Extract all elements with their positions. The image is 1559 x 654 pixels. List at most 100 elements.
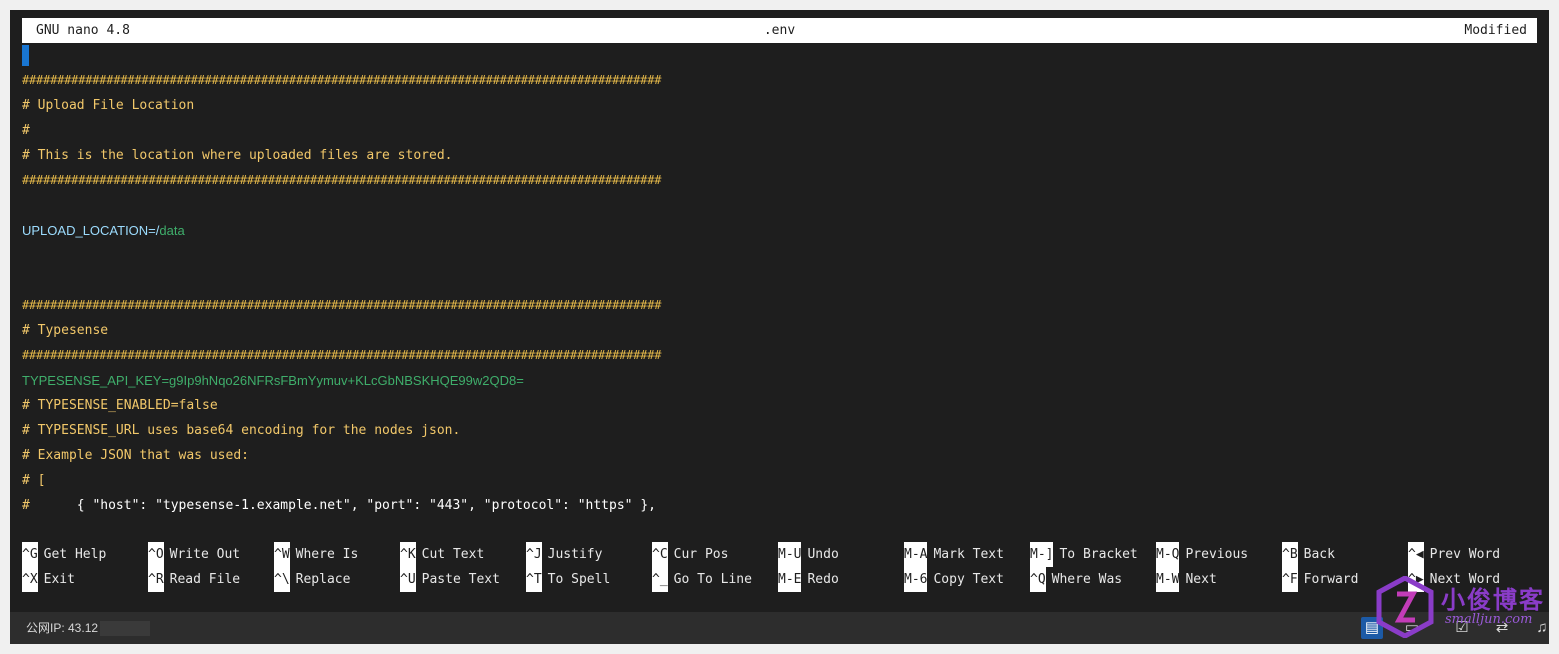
shortcut-key: M-U — [778, 542, 802, 567]
env-assignment: TYPESENSE_API_KEY=g9Ip9hNqo26NFRsFBmYymu… — [22, 373, 524, 388]
shortcut-label: Prev Word — [1429, 547, 1501, 562]
shortcut-key: ^X — [22, 567, 38, 592]
shortcut-item[interactable]: ^F Forward — [1282, 567, 1358, 592]
shortcut-key: ^◀ — [1408, 542, 1424, 567]
shortcut-item[interactable]: ^T To Spell — [526, 567, 610, 592]
shortcut-item[interactable]: ^G Get Help — [22, 542, 106, 567]
shortcut-label: Justify — [547, 547, 603, 562]
shortcut-label: Paste Text — [421, 572, 500, 587]
shortcut-key: ^T — [526, 567, 542, 592]
shortcut-label: Copy Text — [933, 572, 1004, 587]
shortcut-key: ^F — [1282, 567, 1298, 592]
bell-icon[interactable]: ♫ — [1531, 617, 1549, 639]
shortcut-key: ^C — [652, 542, 668, 567]
shortcut-label: Where Is — [295, 547, 359, 562]
shortcut-item[interactable]: ^B Back — [1282, 542, 1335, 567]
shortcut-label: Forward — [1303, 572, 1359, 587]
shortcut-item[interactable]: M-E Redo — [778, 567, 839, 592]
terminal-icon[interactable]: ▭ — [1401, 617, 1423, 639]
shortcut-item[interactable]: ^W Where Is — [274, 542, 358, 567]
shortcut-item[interactable]: M-6 Copy Text — [904, 567, 1004, 592]
comment-prefix: # — [22, 498, 77, 513]
shortcut-row-2: ^X Exit ^R Read File ^\ Replace ^U Paste Text ^T… — [22, 567, 1542, 592]
text-cursor — [22, 45, 29, 66]
shortcut-key: M-A — [904, 542, 928, 567]
shortcut-item[interactable]: ^O Write Out — [148, 542, 240, 567]
status-bar: 公网IP: 43.12 ▤ ▭ ☑ ⇄ ♫ — [10, 612, 1549, 644]
ip-mask — [100, 621, 151, 637]
shortcut-label: To Spell — [547, 572, 611, 587]
shortcut-item[interactable]: ^J Justify — [526, 542, 602, 567]
shortcut-key: M-Q — [1156, 542, 1180, 567]
shortcut-key: ^_ — [652, 567, 668, 592]
shortcut-key: M-W — [1156, 567, 1180, 592]
shortcut-label: Get Help — [43, 547, 107, 562]
editor-line: # [ — [22, 473, 46, 488]
editor-line: TYPESENSE_API_KEY=g9Ip9hNqo26NFRsFBmYymu… — [22, 368, 661, 393]
shortcut-item[interactable]: ^▶ Next Word — [1408, 567, 1500, 592]
editor-line: ########################################… — [22, 73, 662, 87]
shortcut-label: Replace — [295, 572, 351, 587]
shortcut-key: ^\ — [274, 567, 290, 592]
modified-status: Modified — [1464, 23, 1527, 38]
env-value: data — [159, 223, 185, 238]
shortcut-key: M-E — [778, 567, 802, 592]
editor-line: # — [22, 123, 30, 138]
shortcut-label: Next — [1185, 572, 1217, 587]
shortcut-item[interactable]: ^U Paste Text — [400, 567, 500, 592]
editor-line: UPLOAD_LOCATION=/data — [22, 218, 661, 243]
shortcut-label: Exit — [43, 572, 75, 587]
shortcut-label: Mark Text — [933, 547, 1004, 562]
shortcut-label: Cur Pos — [673, 547, 729, 562]
shortcut-label: Previous — [1185, 547, 1249, 562]
shortcut-item[interactable]: ^K Cut Text — [400, 542, 484, 567]
shortcut-label: To Bracket — [1059, 547, 1138, 562]
shortcut-label: Redo — [807, 572, 839, 587]
comment-json: { "host": "typesense-1.example.net", "po… — [76, 498, 656, 513]
clipboard-icon[interactable]: ▤ — [1361, 617, 1383, 639]
transfer-icon[interactable]: ⇄ — [1491, 617, 1513, 639]
shortcut-item[interactable]: ^R Read File — [148, 567, 240, 592]
public-ip-label: 公网IP: 43.12 — [26, 621, 99, 635]
editor-line: # Typesense — [22, 323, 109, 338]
shortcut-item[interactable]: ^X Exit — [22, 567, 75, 592]
shortcut-item[interactable]: ^Q Where Was — [1030, 567, 1122, 592]
editor-content[interactable]: ########################################… — [22, 68, 661, 518]
shortcut-key: ^G — [22, 542, 38, 567]
shortcut-row-1: ^G Get Help ^O Write Out ^W Where Is ^K Cut Tex… — [22, 542, 1542, 567]
shortcut-item[interactable]: ^\ Replace — [274, 567, 350, 592]
shortcut-label: Cut Text — [421, 547, 485, 562]
shortcut-key: ^B — [1282, 542, 1298, 567]
shortcut-label: Write Out — [169, 547, 241, 562]
shortcut-key: M-6 — [904, 567, 928, 592]
shortcut-key: ^▶ — [1408, 567, 1424, 592]
checklist-icon[interactable]: ☑ — [1451, 617, 1473, 639]
terminal-window: GNU nano 4.8 .env Modified #############… — [10, 10, 1549, 644]
shortcut-label: Undo — [807, 547, 839, 562]
editor-line: ########################################… — [22, 348, 662, 362]
nano-titlebar: GNU nano 4.8 .env Modified — [22, 18, 1537, 43]
editor-line: # TYPESENSE_ENABLED=false — [22, 398, 218, 413]
shortcut-label: Next Word — [1429, 572, 1501, 587]
editor-line: ########################################… — [22, 173, 662, 187]
shortcut-key: ^Q — [1030, 567, 1046, 592]
editor-line: # Upload File Location — [22, 98, 195, 113]
editor-line: # { "host": "typesense-1.example.net", "… — [22, 493, 661, 518]
file-name: .env — [763, 23, 796, 38]
shortcut-item[interactable]: M-W Next — [1156, 567, 1217, 592]
env-key: UPLOAD_LOCATION=/ — [22, 223, 160, 238]
shortcut-item[interactable]: ^_ Go To Line — [652, 567, 752, 592]
shortcut-item[interactable]: ^◀ Prev Word — [1408, 542, 1500, 567]
editor-line: # This is the location where uploaded fi… — [22, 148, 453, 163]
shortcut-label: Go To Line — [673, 572, 752, 587]
shortcut-item[interactable]: M-Q Previous — [1156, 542, 1248, 567]
shortcut-item[interactable]: M-A Mark Text — [904, 542, 1004, 567]
shortcut-label: Back — [1303, 547, 1335, 562]
nano-editor[interactable]: GNU nano 4.8 .env Modified #############… — [10, 10, 1549, 612]
shortcut-item[interactable]: ^C Cur Pos — [652, 542, 728, 567]
shortcut-item[interactable]: M-U Undo — [778, 542, 839, 567]
shortcut-item[interactable]: M-] To Bracket — [1030, 542, 1138, 567]
